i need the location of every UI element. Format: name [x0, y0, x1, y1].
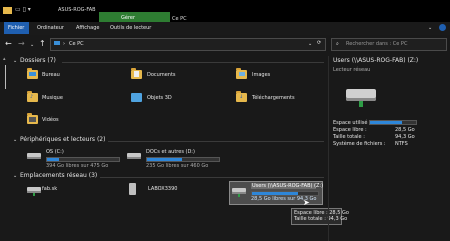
network-section-title[interactable]: Emplacements réseau (3) [20, 173, 97, 179]
downloads-folder-icon[interactable]: ↓ [236, 91, 247, 102]
documents-folder-icon[interactable] [131, 68, 142, 79]
3d-objects-folder-icon[interactable] [131, 93, 142, 102]
details-pane-divider [328, 56, 329, 241]
folder-label-bureau[interactable]: Bureau [42, 72, 60, 78]
network-device-icon[interactable] [129, 183, 136, 195]
drives-chevron-icon[interactable]: ⌄ [13, 137, 17, 143]
drive-usage-fill-z [252, 192, 299, 195]
os-drive-icon[interactable] [27, 153, 41, 159]
search-icon: ⌕ [336, 41, 339, 47]
tab-fichier-label: Fichier [8, 25, 25, 31]
folders-chevron-icon[interactable]: ⌄ [13, 58, 17, 64]
folder-label-images[interactable]: Images [252, 72, 270, 78]
folder-label-telechargements[interactable]: Téléchargements [252, 95, 295, 101]
network-chevron-icon[interactable]: ⌄ [13, 173, 17, 179]
details-title: Users (\\ASUS-ROG-FAB) (Z:) [333, 57, 419, 64]
back-arrow-icon[interactable]: ← [5, 40, 12, 48]
tab-affichage[interactable]: Affichage [76, 25, 100, 31]
details-fs-value: NTFS [395, 141, 408, 147]
details-free-value: 28,5 Go [395, 127, 415, 133]
videos-folder-icon[interactable] [27, 113, 38, 124]
scroll-up-icon[interactable]: ▴ [3, 56, 6, 62]
network-plug-icon [33, 193, 35, 196]
drive-usage-bar-os [46, 157, 120, 162]
address-dropdown-icon[interactable]: ⌄ [308, 41, 312, 47]
window-icon[interactable] [3, 7, 12, 14]
drive-usage-fill-docs [147, 158, 183, 161]
network-label-labox[interactable]: LABOX3390 [148, 186, 177, 192]
desktop-folder-icon[interactable] [27, 68, 38, 79]
folder-label-documents[interactable]: Documents [147, 72, 176, 78]
details-used-label: Espace utilisé : [333, 120, 371, 126]
network-label-fab-sk[interactable]: fab.sk [42, 186, 57, 192]
search-placeholder: Rechercher dans : Ce PC [346, 41, 408, 47]
drives-divider [108, 141, 324, 142]
drive-free-os: 394 Go libres sur 475 Go [46, 163, 109, 169]
details-subtitle: Lecteur réseau [333, 67, 371, 73]
details-fs-label: Système de fichiers : [333, 141, 386, 147]
drive-label-os[interactable]: OS (C:) [46, 149, 64, 155]
folders-divider [62, 62, 324, 63]
details-drive-icon [346, 89, 376, 101]
forward-arrow-icon[interactable]: → [18, 40, 25, 48]
refresh-icon[interactable]: ⟳ [317, 40, 321, 46]
expand-ribbon-icon[interactable]: ⌄ [428, 25, 432, 31]
details-network-plug-icon [359, 101, 363, 107]
recent-chevron-icon[interactable]: ⌄ [30, 42, 34, 48]
tooltip-line-2: Taille totale : 94,3 Go [294, 216, 348, 222]
details-usage-fill [370, 121, 403, 124]
music-folder-icon[interactable]: ♪ [27, 91, 38, 102]
details-usage-bar [369, 120, 417, 125]
folders-section-title[interactable]: Dossiers (7) [20, 58, 56, 64]
address-box[interactable] [50, 38, 326, 51]
drives-section-title[interactable]: Périphériques et lecteurs (2) [20, 137, 105, 143]
network-drive-z-plug-icon [238, 194, 240, 197]
drive-usage-bar-docs [146, 157, 220, 162]
up-arrow-icon[interactable]: ↑ [39, 40, 46, 48]
network-divider [100, 177, 324, 178]
drive-label-docs[interactable]: DOCs et autres (D:) [146, 149, 195, 155]
folder-label-musique[interactable]: Musique [42, 95, 63, 101]
docs-drive-icon[interactable] [127, 153, 141, 159]
tab-ordinateur[interactable]: Ordinateur [37, 25, 64, 31]
qat-icons[interactable]: ▭ ▯ ▾ [15, 7, 31, 13]
details-total-label: Taille totale : [333, 134, 365, 140]
folder-label-videos[interactable]: Vidéos [42, 117, 59, 123]
computer-icon [54, 41, 60, 45]
details-total-value: 94,3 Go [395, 134, 415, 140]
details-free-label: Espace libre : [333, 127, 367, 133]
breadcrumb-ce-pc[interactable]: Ce PC [69, 41, 84, 47]
context-tab-gerer[interactable]: Gérer [121, 15, 135, 21]
drive-free-docs: 235 Go libres sur 460 Go [146, 163, 209, 169]
drive-label-z: Users (\\ASUS-ROG-FAB) (Z:) [252, 183, 324, 189]
ribbon-tabs [0, 22, 450, 36]
drive-usage-fill-os [47, 158, 60, 161]
folder-label-objets-3d[interactable]: Objets 3D [147, 95, 172, 101]
scroll-thumb[interactable] [5, 65, 6, 89]
pictures-folder-icon[interactable] [236, 68, 247, 79]
window-title: ASUS-ROG-FAB [58, 7, 96, 13]
mouse-cursor-icon: ➤ [303, 198, 310, 207]
breadcrumb-separator: › [63, 41, 65, 47]
help-icon[interactable] [439, 24, 446, 31]
tab-outils-lecteur[interactable]: Outils de lecteur [110, 25, 151, 31]
